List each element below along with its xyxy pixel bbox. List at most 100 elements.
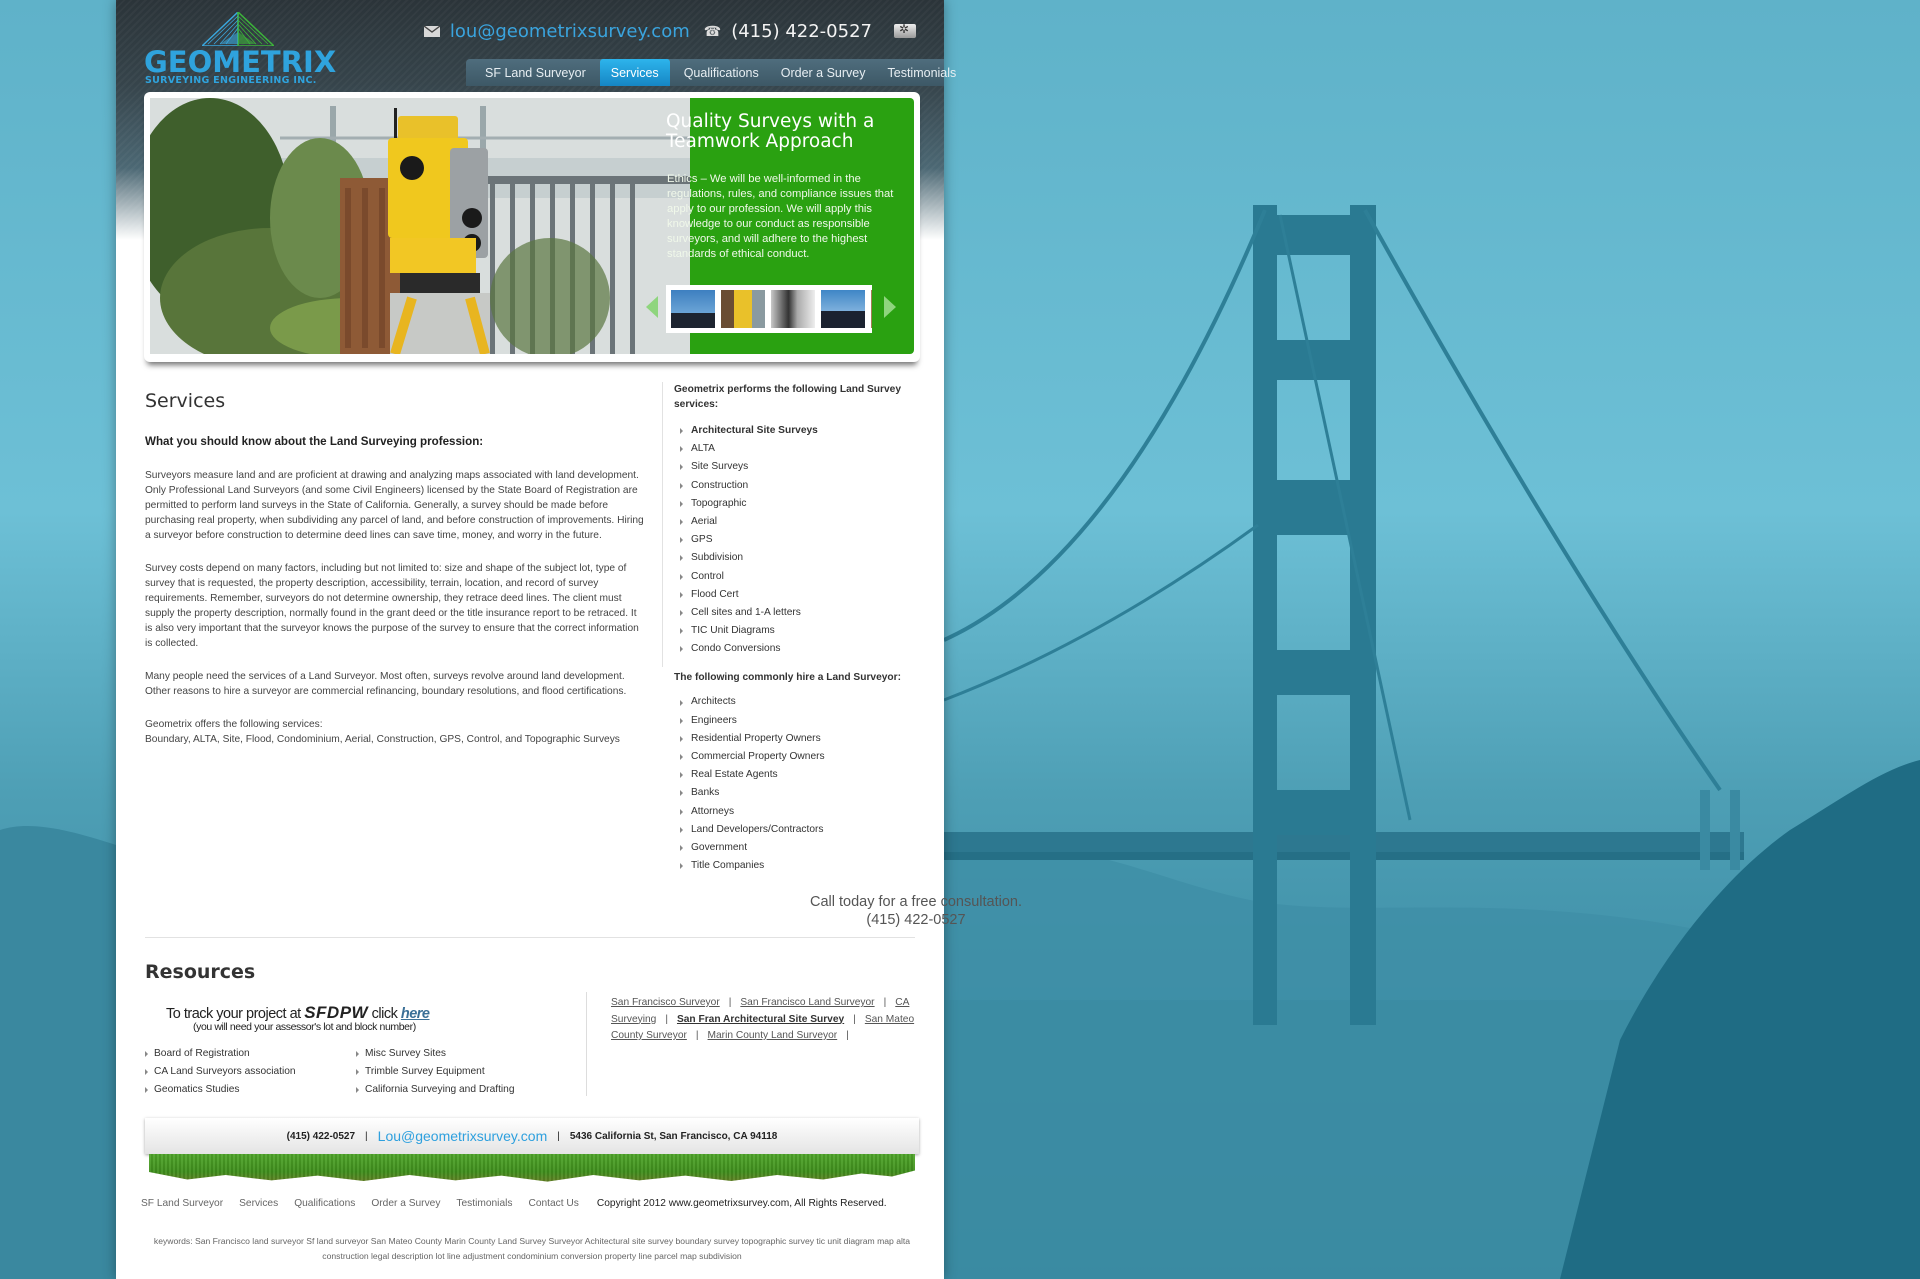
- resource-link[interactable]: CA Land Surveyors association: [145, 1063, 296, 1081]
- services-article: Services What you should know about the …: [145, 380, 645, 747]
- list-item[interactable]: Control: [680, 568, 924, 586]
- footer-nav-testimonials[interactable]: Testimonials: [456, 1198, 512, 1209]
- resource-link-label: Geomatics Studies: [154, 1084, 240, 1096]
- share-icon[interactable]: [894, 22, 916, 38]
- resource-link[interactable]: Misc Survey Sites: [356, 1045, 515, 1063]
- bullet-arrow-icon: [356, 1051, 359, 1058]
- resource-link-label: Trimble Survey Equipment: [365, 1066, 485, 1078]
- article-paragraph: Many people need the services of a Land …: [145, 671, 627, 697]
- seo-link[interactable]: San Fran Architectural Site Survey: [677, 1014, 844, 1025]
- nav-sf-land-surveyor[interactable]: SF Land Surveyor: [474, 59, 597, 86]
- resource-link-label: CA Land Surveyors association: [154, 1066, 296, 1078]
- article-subheading: What you should know about the Land Surv…: [145, 435, 484, 448]
- resource-link-label: Misc Survey Sites: [365, 1048, 446, 1059]
- chevron-right-icon[interactable]: [884, 296, 896, 318]
- list-item-label: Flood Cert: [691, 588, 739, 600]
- list-item[interactable]: GPS: [680, 531, 924, 549]
- seo-link[interactable]: San Francisco Surveyor: [611, 997, 720, 1008]
- resource-link[interactable]: Board of Registration: [145, 1045, 296, 1063]
- resource-link-label: California Surveying and Drafting: [365, 1084, 515, 1096]
- list-item-label: Cell sites and 1-A letters: [691, 606, 801, 618]
- list-item[interactable]: TIC Unit Diagrams: [680, 622, 924, 640]
- list-item[interactable]: Site Surveys: [680, 458, 924, 476]
- list-item: Architects: [680, 693, 924, 711]
- hero-text: Ethics – We will be well-informed in the…: [667, 173, 894, 260]
- list-item-label: Control: [691, 570, 724, 582]
- bullet-arrow-icon: [680, 628, 683, 635]
- bullet-arrow-icon: [680, 555, 683, 562]
- header-email-link[interactable]: lou@geometrixsurvey.com: [450, 21, 690, 42]
- bullet-arrow-icon: [356, 1069, 359, 1076]
- seo-keywords: keywords: San Francisco land surveyor Sf…: [153, 1236, 911, 1261]
- hero-banner: Quality Surveys with a Teamwork Approach…: [144, 92, 920, 362]
- hero-title: Quality Surveys with a Teamwork Approach: [666, 111, 875, 152]
- list-item-label: TIC Unit Diagrams: [691, 625, 775, 637]
- list-item[interactable]: ALTA: [680, 440, 924, 458]
- bullet-arrow-icon: [356, 1087, 359, 1094]
- mail-icon: [423, 25, 440, 37]
- bullet-arrow-icon: [680, 537, 683, 544]
- seo-link[interactable]: San Francisco Land Surveyor: [740, 997, 874, 1008]
- bullet-arrow-icon: [145, 1051, 148, 1058]
- list-item[interactable]: Construction: [680, 477, 924, 495]
- list-item[interactable]: Condo Conversions: [680, 640, 924, 658]
- article-paragraph: Surveyors measure land and are proficien…: [145, 470, 644, 541]
- nav-testimonials[interactable]: Testimonials: [877, 59, 968, 86]
- list-item[interactable]: Topographic: [680, 495, 924, 513]
- nav-order-a-survey[interactable]: Order a Survey: [770, 59, 877, 86]
- resource-link[interactable]: Geomatics Studies: [145, 1081, 296, 1099]
- bullet-arrow-icon: [680, 428, 683, 435]
- nav-qualifications[interactable]: Qualifications: [673, 59, 770, 86]
- chevron-left-icon[interactable]: [646, 296, 658, 318]
- site-logo[interactable]: GEOMETRIX SURVEYING ENGINEERING INC.: [144, 12, 337, 88]
- list-item-label: Residential Property Owners: [691, 732, 821, 744]
- resource-link[interactable]: California Surveying and Drafting: [356, 1081, 515, 1099]
- bullet-arrow-icon: [680, 519, 683, 526]
- list-item[interactable]: Subdivision: [680, 549, 924, 567]
- resource-link-label: Board of Registration: [154, 1048, 250, 1059]
- list-item-label: GPS: [691, 534, 713, 546]
- list-item: Government: [680, 839, 924, 857]
- bullet-arrow-icon: [680, 464, 683, 471]
- copyright: Copyright 2012 www.geometrixsurvey.com, …: [596, 1198, 887, 1209]
- sfdpw-track-banner[interactable]: To track your project at SFDPW click her…: [166, 1003, 486, 1033]
- page-container: GEOMETRIX SURVEYING ENGINEERING INC. lou…: [116, 0, 1022, 1279]
- list-item[interactable]: Aerial: [680, 513, 924, 531]
- list-item-label: Attorneys: [691, 805, 735, 817]
- footer-nav-qualifications[interactable]: Qualifications: [294, 1198, 355, 1209]
- nav-services[interactable]: Services: [599, 59, 670, 86]
- list-item[interactable]: Cell sites and 1-A letters: [680, 604, 924, 622]
- logo-wordmark: GEOMETRIX: [144, 45, 337, 79]
- footer-nav-contact-us[interactable]: Contact Us: [528, 1198, 578, 1209]
- resource-link[interactable]: Trimble Survey Equipment: [356, 1063, 515, 1081]
- carousel-thumb[interactable]: [821, 290, 865, 328]
- footer-nav-order-a-survey[interactable]: Order a Survey: [371, 1198, 440, 1209]
- bullet-arrow-icon: [680, 754, 683, 761]
- track-brand: SFDPW: [304, 1003, 369, 1022]
- header-contact: lou@geometrixsurvey.com ☎ (415) 422-0527: [423, 18, 916, 44]
- list-item: Attorneys: [680, 803, 924, 821]
- footer-nav-services[interactable]: Services: [239, 1198, 278, 1209]
- carousel-thumb[interactable]: [671, 290, 715, 328]
- article-paragraph: Survey costs depend on many factors, inc…: [145, 563, 639, 649]
- bullet-arrow-icon: [680, 646, 683, 653]
- footer-address: 5436 California St, San Francisco, CA 94…: [569, 1130, 778, 1142]
- carousel-thumbnails: [666, 285, 872, 333]
- carousel-thumb[interactable]: [871, 290, 872, 328]
- sidebar: Geometrix performs the following Land Su…: [674, 382, 924, 875]
- list-item[interactable]: Flood Cert: [680, 586, 924, 604]
- list-item[interactable]: Architectural Site Surveys: [680, 422, 924, 440]
- list-item-label: Commercial Property Owners: [691, 751, 825, 762]
- hero-photo-illustration: [150, 98, 690, 354]
- list-item-label: Condo Conversions: [691, 643, 781, 655]
- sfdpw-here-link[interactable]: here: [401, 1006, 430, 1022]
- seo-link[interactable]: Marin County Land Surveyor: [708, 1030, 838, 1041]
- phone-icon: ☎: [703, 22, 722, 39]
- cta-text: Call today for a free consultation.: [810, 894, 1022, 910]
- carousel-thumb[interactable]: [721, 290, 765, 328]
- bullet-arrow-icon: [680, 573, 683, 580]
- carousel-thumb[interactable]: [771, 290, 815, 328]
- footer-nav-sf-land-surveyor[interactable]: SF Land Surveyor: [141, 1198, 223, 1209]
- seo-links: San Francisco Surveyor | San Francisco Lan…: [611, 997, 915, 1041]
- footer-email-link[interactable]: Lou@geometrixsurvey.com: [378, 1128, 548, 1144]
